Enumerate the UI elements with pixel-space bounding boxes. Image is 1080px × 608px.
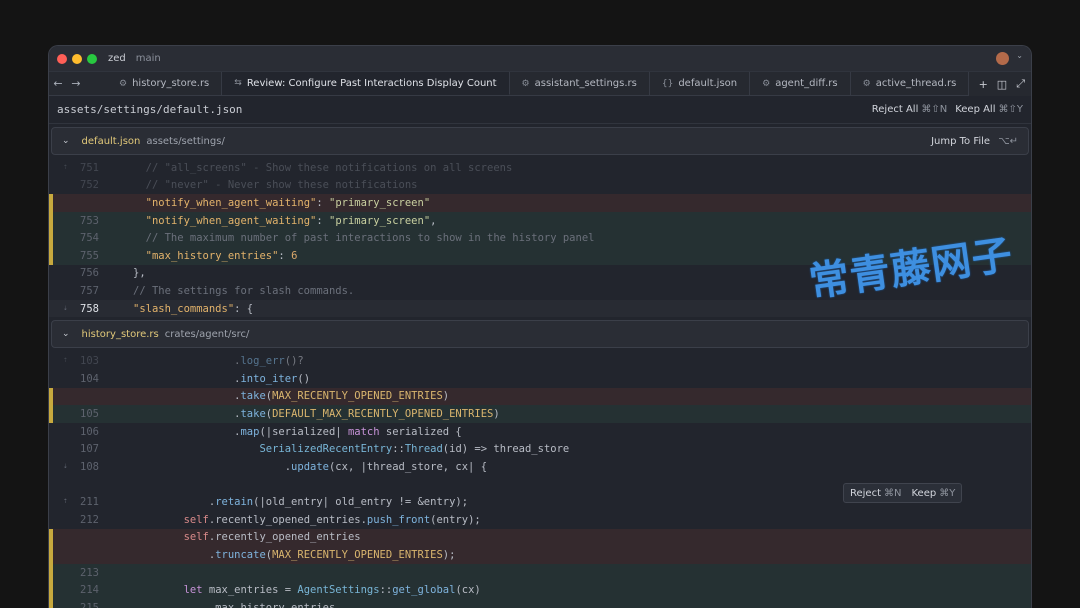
- tab-review[interactable]: ⇆ Review: Configure Past Interactions Di…: [222, 72, 510, 95]
- new-tab-icon[interactable]: +: [979, 78, 988, 91]
- keep-label: Keep: [911, 487, 937, 499]
- file-dir: assets/settings/: [146, 135, 225, 147]
- code-line: ⇣ 758 "slash_commands": {: [49, 299, 1031, 318]
- back-arrow-icon[interactable]: ←: [49, 72, 67, 95]
- file-name: default.json: [81, 135, 141, 147]
- diff-hunk-2: ⇡ 103 .log_err()? 104 .into_iter() .take(…: [49, 352, 1031, 608]
- diff-review-icon: ⇆: [234, 78, 242, 88]
- reject-hunk-button[interactable]: Reject ⌘N: [850, 488, 902, 499]
- keep-all-label: Keep All: [955, 104, 996, 115]
- breadcrumb[interactable]: assets/settings/default.json: [57, 103, 242, 116]
- keep-all-shortcut: ⌘⇧Y: [998, 104, 1024, 115]
- app-name[interactable]: zed: [108, 53, 126, 64]
- editor-window: zed main ⌄ ← → ⚙ history_store.rs ⇆ Revi…: [48, 45, 1032, 608]
- file-header-default-json[interactable]: ⌄ default.json assets/settings/ Jump To …: [51, 127, 1029, 155]
- added-line: 213: [49, 563, 1031, 582]
- forward-arrow-icon[interactable]: →: [67, 72, 85, 95]
- split-pane-icon[interactable]: ◫: [997, 78, 1007, 91]
- title-bar: zed main ⌄: [49, 46, 1031, 72]
- rust-file-icon: ⚙: [762, 78, 771, 89]
- breadcrumb-bar: assets/settings/default.json Reject All ⌘…: [49, 96, 1031, 124]
- code-line: 107 SerializedRecentEntry::Thread(id) =>…: [80, 443, 570, 456]
- rust-file-icon: ⚙: [119, 78, 128, 89]
- tab-label: history_store.rs: [132, 78, 210, 89]
- file-name: history_store.rs: [81, 328, 159, 340]
- added-line: 105 .take(DEFAULT_MAX_RECENTLY_OPENED_EN…: [49, 405, 1031, 423]
- tab-label: default.json: [678, 78, 738, 89]
- tab-label: agent_diff.rs: [775, 78, 838, 89]
- deleted-line: "notify_when_agent_waiting": "primary_sc…: [49, 194, 1031, 212]
- minimize-window-button[interactable]: [72, 53, 82, 64]
- reject-shortcut: ⌘N: [884, 487, 902, 499]
- jump-shortcut: ⌥↵: [998, 135, 1018, 147]
- tab-active-thread[interactable]: ⚙ active_thread.rs: [851, 72, 970, 95]
- tab-actions: + ◫ ⤢: [968, 72, 1031, 96]
- code-line: ⇡ 103 .log_err()?: [63, 355, 304, 368]
- tab-label: active_thread.rs: [875, 78, 957, 89]
- maximize-window-button[interactable]: [87, 53, 97, 64]
- tab-label: Review: Configure Past Interactions Disp…: [246, 77, 497, 89]
- rust-file-icon: ⚙: [862, 78, 871, 89]
- branch-name[interactable]: main: [136, 53, 161, 64]
- file-dir: crates/agent/src/: [164, 328, 250, 340]
- user-avatar[interactable]: [996, 52, 1009, 65]
- close-window-button[interactable]: [57, 53, 67, 64]
- code-line: 106 .map(|serialized| match serialized {: [80, 425, 462, 438]
- code-line: 752 // "never" - Never show these notifi…: [80, 179, 418, 192]
- code-line: ⇣ 108 .update(cx, |thread_store, cx| {: [63, 460, 488, 473]
- keep-hunk-button[interactable]: Keep ⌘Y: [912, 488, 956, 499]
- hunk-actions-popup: Reject ⌘N Keep ⌘Y: [843, 483, 963, 503]
- reject-all-button[interactable]: Reject All ⌘⇧N: [872, 104, 947, 115]
- code-line: 104 .into_iter(): [80, 372, 311, 385]
- reject-all-label: Reject All: [871, 104, 919, 115]
- keep-all-button[interactable]: Keep All ⌘⇧Y: [955, 104, 1023, 115]
- deleted-line: self.recently_opened_entries: [49, 528, 1031, 547]
- code-line: ⇡ 751 // "all_screens" - Show these notif…: [63, 161, 513, 174]
- deleted-line: .truncate(MAX_RECENTLY_OPENED_ENTRIES);: [49, 546, 1031, 564]
- tab-bar: ← → ⚙ history_store.rs ⇆ Review: Configu…: [49, 72, 1031, 96]
- added-line: 214 let max_entries = AgentSettings::get…: [49, 581, 1031, 600]
- tab-assistant-settings[interactable]: ⚙ assistant_settings.rs: [510, 72, 650, 95]
- chevron-down-icon[interactable]: ⌄: [62, 136, 70, 146]
- jump-to-file-button[interactable]: Jump To File ⌥↵: [931, 136, 1018, 147]
- reject-all-shortcut: ⌘⇧N: [921, 104, 948, 115]
- added-line: 753 "notify_when_agent_waiting": "primar…: [49, 211, 1031, 230]
- review-actions: Reject All ⌘⇧N Keep All ⌘⇧Y: [872, 104, 1023, 115]
- tab-default-json[interactable]: {} default.json: [650, 72, 751, 95]
- tab-agent-diff[interactable]: ⚙ agent_diff.rs: [750, 72, 851, 95]
- added-line: 215 .max_history_entries: [49, 599, 1031, 608]
- tab-label: assistant_settings.rs: [534, 78, 637, 89]
- rust-file-icon: ⚙: [521, 78, 530, 89]
- reject-label: Reject: [850, 487, 882, 499]
- maximize-pane-icon[interactable]: ⤢: [1016, 77, 1025, 91]
- jump-label: Jump To File: [931, 135, 991, 147]
- chevron-down-icon[interactable]: ⌄: [1016, 51, 1023, 60]
- deleted-line: .take(MAX_RECENTLY_OPENED_ENTRIES): [49, 387, 1031, 406]
- tab-history-store[interactable]: ⚙ history_store.rs: [107, 72, 223, 95]
- code-line: 212 self.recently_opened_entries.push_fr…: [80, 513, 481, 526]
- file-header-history-store[interactable]: ⌄ history_store.rs crates/agent/src/: [51, 320, 1029, 349]
- chevron-down-icon[interactable]: ⌄: [62, 329, 70, 339]
- keep-shortcut: ⌘Y: [939, 487, 956, 499]
- json-file-icon: {}: [661, 78, 674, 89]
